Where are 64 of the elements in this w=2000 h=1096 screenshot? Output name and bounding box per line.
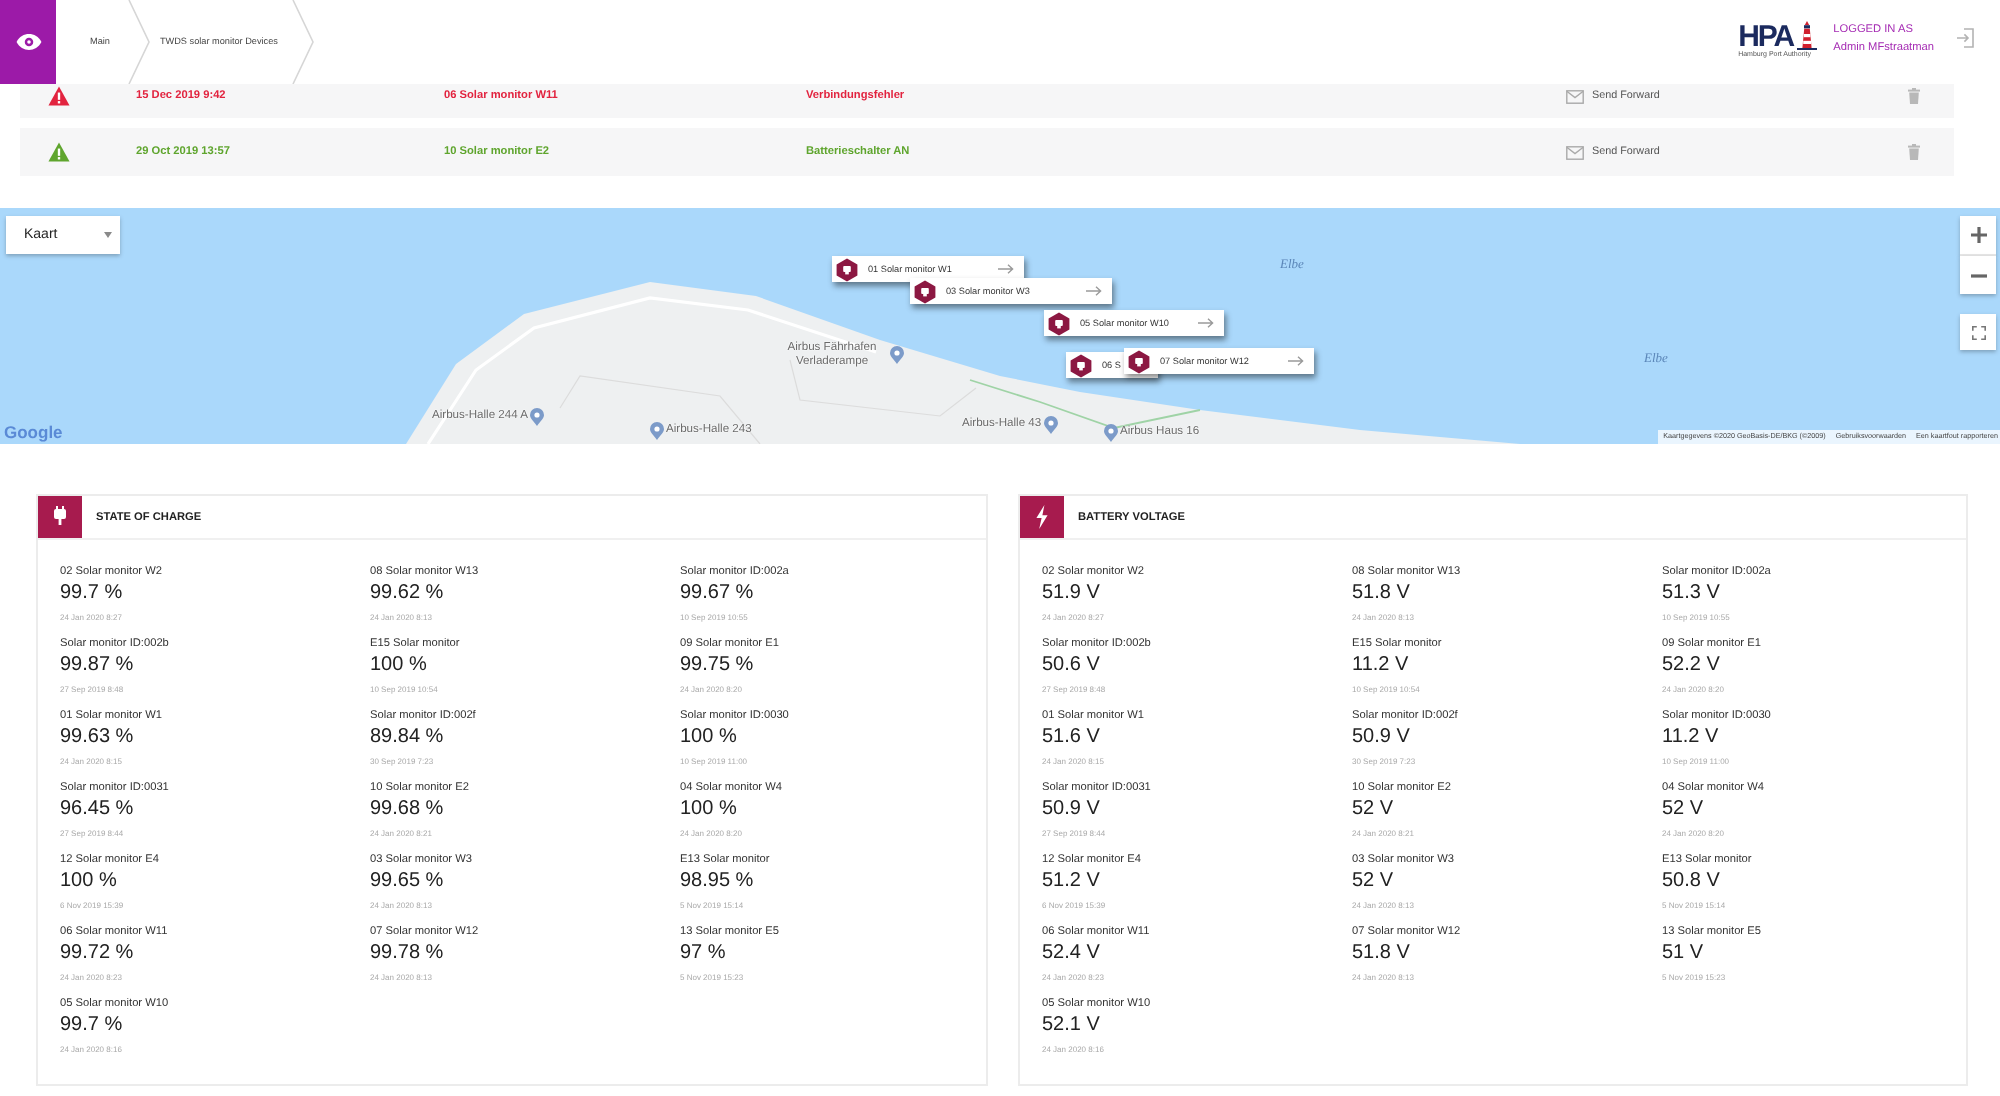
reading-value: 50.8 V bbox=[1662, 870, 1722, 894]
reading-value: 99.87 % bbox=[60, 654, 136, 678]
breadcrumb-separator bbox=[291, 0, 314, 84]
logo-text: HPA bbox=[1738, 24, 1794, 50]
envelope-icon bbox=[1566, 145, 1584, 159]
reading-value: 50.9 V bbox=[1352, 726, 1412, 750]
reading-value: 99.68 % bbox=[370, 798, 446, 822]
reading-value: 89.84 % bbox=[370, 726, 446, 750]
map-pin-icon bbox=[1104, 424, 1118, 442]
reading-value: 52 V bbox=[1352, 870, 1396, 894]
reading-value: 99.65 % bbox=[370, 870, 446, 894]
reading-value: 100 % bbox=[680, 798, 739, 822]
hexagon-marker-icon bbox=[836, 257, 858, 281]
reading-value: 100 % bbox=[680, 726, 739, 750]
reading-value: 50.6 V bbox=[1042, 654, 1102, 678]
reading-value: 51.3 V bbox=[1662, 582, 1722, 606]
reading-value: 11.2 V bbox=[1352, 654, 1411, 678]
fullscreen-icon bbox=[1971, 325, 1985, 339]
reading-value: 96.45 % bbox=[60, 798, 136, 822]
reading-value: 52.4 V bbox=[1042, 942, 1102, 966]
reading-value: 52 V bbox=[1352, 798, 1396, 822]
reading-value: 99.72 % bbox=[60, 942, 136, 966]
reading-value: 99.7 % bbox=[60, 1014, 125, 1038]
reading-value: 97 % bbox=[680, 942, 728, 966]
reading-value: 99.62 % bbox=[370, 582, 446, 606]
hexagon-marker-icon bbox=[1070, 353, 1092, 377]
reading-value: 51.2 V bbox=[1042, 870, 1102, 894]
hexagon-marker-icon bbox=[1128, 349, 1150, 373]
reading-value: 52 V bbox=[1662, 798, 1706, 822]
reading-value: 99.78 % bbox=[370, 942, 446, 966]
reading-value: 99.7 % bbox=[60, 582, 125, 606]
map-pin-icon bbox=[650, 422, 664, 440]
reading-value: 51.6 V bbox=[1042, 726, 1102, 750]
map-pin-icon bbox=[890, 346, 904, 364]
reading-value: 11.2 V bbox=[1662, 726, 1721, 750]
map-pin-icon bbox=[1043, 416, 1058, 434]
zoom-in-button[interactable] bbox=[1960, 216, 1996, 256]
eye-icon bbox=[15, 34, 41, 50]
fullscreen-button[interactable] bbox=[1960, 314, 1996, 350]
envelope-icon bbox=[1566, 89, 1584, 103]
reading-value: 99.63 % bbox=[60, 726, 136, 750]
map-provider-logo: Google bbox=[4, 422, 63, 442]
reading-value: 50.9 V bbox=[1042, 798, 1102, 822]
view-button[interactable] bbox=[0, 0, 56, 84]
reading-value: 100 % bbox=[370, 654, 429, 678]
reading-value: 51 V bbox=[1662, 942, 1706, 966]
reading-value: 51.8 V bbox=[1352, 582, 1412, 606]
breadcrumb-separator bbox=[127, 0, 150, 84]
reading-value: 99.75 % bbox=[680, 654, 756, 678]
reading-value: 52.1 V bbox=[1042, 1014, 1102, 1038]
hexagon-marker-icon bbox=[914, 279, 936, 303]
hexagon-marker-icon bbox=[1048, 311, 1070, 335]
reading-value: 99.67 % bbox=[680, 582, 756, 606]
minus-icon bbox=[1969, 273, 1987, 277]
lighthouse-icon bbox=[1795, 20, 1818, 50]
reading-value: 51.8 V bbox=[1352, 942, 1412, 966]
reading-value: 52.2 V bbox=[1662, 654, 1722, 678]
zoom-out-button[interactable] bbox=[1960, 256, 1996, 294]
plus-icon bbox=[1969, 226, 1987, 244]
map-pin-icon bbox=[530, 408, 545, 426]
reading-value: 98.95 % bbox=[680, 870, 756, 894]
caret-icon bbox=[104, 232, 112, 238]
reading-value: 100 % bbox=[60, 870, 119, 894]
reading-value: 51.9 V bbox=[1042, 582, 1102, 606]
